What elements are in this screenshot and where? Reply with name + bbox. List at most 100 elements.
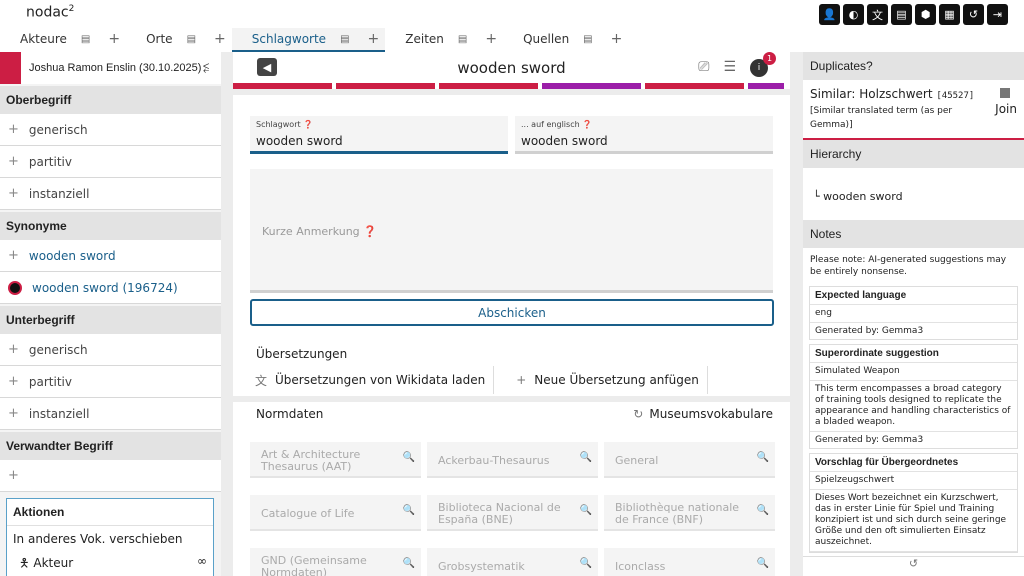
normdaten-field-iconclass[interactable]: Iconclass 🔍 bbox=[604, 548, 775, 576]
hierarchy-item[interactable]: └ wooden sword bbox=[813, 190, 903, 203]
tab-quellen[interactable]: Quellen ▤ + bbox=[503, 28, 628, 52]
person-icon: 🯅 bbox=[19, 556, 34, 570]
search-icon[interactable]: 🔍 bbox=[757, 558, 769, 570]
tab-zeiten[interactable]: Zeiten ▤ + bbox=[385, 28, 503, 52]
search-icon[interactable]: 🔍 bbox=[580, 558, 592, 570]
tab-schlagworte[interactable]: Schlagworte ▤ + bbox=[231, 28, 386, 52]
add-oberbegriff-generisch[interactable]: + generisch bbox=[0, 114, 221, 146]
add-icon[interactable]: + bbox=[485, 31, 497, 47]
history-footer: ↺ bbox=[803, 556, 1024, 576]
search-icon[interactable]: 🔍 bbox=[757, 505, 769, 517]
translations-title: Übersetzungen bbox=[256, 347, 348, 361]
main-content: ◀ wooden sword ⎚ ☰ i1 Schlagwort ❓ woode… bbox=[233, 52, 790, 576]
user-icon[interactable]: 👤 bbox=[819, 4, 840, 25]
note-card: Vorschlag für Übergeordnetes Spielzeugsc… bbox=[809, 453, 1018, 553]
plus-icon: + bbox=[8, 374, 19, 389]
left-sidebar: Joshua Ramon Enslin (30.10.2025) ⥶ Oberb… bbox=[0, 52, 221, 576]
normdaten-grid: Art & Architecture Thesaurus (AAT) 🔍 Acke… bbox=[250, 442, 775, 576]
add-unterbegriff-instanziell[interactable]: + instanziell bbox=[0, 398, 221, 430]
normdaten-field-bne[interactable]: Biblioteca Nacional de España (BNE) 🔍 bbox=[427, 495, 598, 531]
tab-orte[interactable]: Orte ▤ + bbox=[126, 28, 232, 52]
section-synonyme: Synonyme bbox=[0, 212, 221, 240]
search-icon[interactable]: 🔍 bbox=[580, 505, 592, 517]
book-icon[interactable]: ▤ bbox=[891, 4, 912, 25]
top-bar: nodac2 👤 ◐ 文 ▤ ⬢ ▦ ↺ ⇥ Akteure ▤ + Orte ▤ + … bbox=[0, 0, 1024, 52]
normdaten-field-gnd[interactable]: GND (Gemeinsame Normdaten) 🔍 bbox=[250, 548, 421, 576]
normdaten-field-ackerbau[interactable]: Ackerbau-Thesaurus 🔍 bbox=[427, 442, 598, 478]
join-button[interactable]: Join bbox=[995, 102, 1017, 116]
list-icon[interactable]: ▤ bbox=[81, 34, 90, 45]
join-icon[interactable] bbox=[1000, 88, 1010, 98]
plus-icon: + bbox=[516, 373, 527, 387]
user-row: Joshua Ramon Enslin (30.10.2025) ⥶ bbox=[0, 52, 221, 84]
section-verwandter-begriff: Verwandter Begriff bbox=[0, 432, 221, 460]
move-to-akteur[interactable]: 🯅 Akteur ∞ bbox=[7, 552, 213, 575]
help-icon: ❓ bbox=[303, 120, 314, 129]
color-strip bbox=[233, 83, 790, 89]
history-icon[interactable]: ↺ bbox=[963, 4, 984, 25]
history-icon[interactable]: ↺ bbox=[909, 557, 918, 570]
main-tabs: Akteure ▤ + Orte ▤ + Schlagworte ▤ + Zeiten ▤ + … bbox=[0, 28, 628, 52]
notification-count: 1 bbox=[763, 52, 776, 65]
add-oberbegriff-partitiv[interactable]: + partitiv bbox=[0, 146, 221, 178]
plus-icon: + bbox=[8, 406, 19, 421]
link-icon[interactable]: ∞ bbox=[197, 554, 207, 575]
refresh-icon: ↻ bbox=[633, 407, 644, 421]
list-icon[interactable]: ▤ bbox=[340, 34, 349, 45]
strip-segment bbox=[336, 83, 435, 89]
add-translation-button[interactable]: + Neue Übersetzung anfügen bbox=[494, 366, 708, 394]
load-wikidata-button[interactable]: 文 Übersetzungen von Wikidata laden bbox=[233, 366, 495, 394]
duplicates-title: Duplicates? bbox=[803, 52, 1024, 80]
add-icon[interactable]: + bbox=[214, 31, 226, 47]
app-title: nodac2 bbox=[26, 4, 75, 21]
add-icon[interactable]: + bbox=[368, 31, 380, 47]
duplicate-similar[interactable]: Similar: Holzschwert bbox=[810, 87, 933, 101]
notes-disclaimer: Please note: AI-generated suggestions ma… bbox=[810, 255, 1007, 277]
search-icon[interactable]: 🔍 bbox=[403, 452, 415, 464]
notifications-icon[interactable]: i1 bbox=[750, 52, 776, 77]
add-verwandter-begriff[interactable]: + bbox=[0, 460, 221, 492]
collapse-icon[interactable]: ⥶ bbox=[203, 61, 221, 75]
list-icon[interactable]: ▤ bbox=[583, 34, 592, 45]
translate-icon[interactable]: 文 bbox=[867, 4, 888, 25]
search-icon[interactable]: 🔍 bbox=[757, 452, 769, 464]
note-textarea[interactable]: Kurze Anmerkung ❓ bbox=[250, 169, 773, 293]
normdaten-field-grobsystematik[interactable]: Grobsystematik 🔍 bbox=[427, 548, 598, 576]
grid-icon[interactable]: ▦ bbox=[939, 4, 960, 25]
add-oberbegriff-instanziell[interactable]: + instanziell bbox=[0, 178, 221, 210]
schlagwort-field[interactable]: Schlagwort ❓ wooden sword bbox=[250, 116, 508, 154]
actions-panel: Aktionen In anderes Vok. verschieben 🯅 A… bbox=[6, 498, 214, 576]
englisch-input[interactable]: wooden sword bbox=[521, 134, 608, 148]
synonym-link[interactable]: wooden sword (196724) bbox=[0, 272, 221, 304]
add-unterbegriff-generisch[interactable]: + generisch bbox=[0, 334, 221, 366]
add-synonym[interactable]: + wooden sword bbox=[0, 240, 221, 272]
add-unterbegriff-partitiv[interactable]: + partitiv bbox=[0, 366, 221, 398]
tab-akteure[interactable]: Akteure ▤ + bbox=[0, 28, 126, 52]
search-icon[interactable]: 🔍 bbox=[580, 452, 592, 464]
museumsvokabulare-button[interactable]: ↻ Museumsvokabulare bbox=[633, 407, 773, 421]
poster-icon[interactable]: ⎚ bbox=[698, 59, 709, 77]
add-icon[interactable]: + bbox=[611, 31, 623, 47]
add-icon[interactable]: + bbox=[108, 31, 120, 47]
search-icon[interactable]: 🔍 bbox=[403, 558, 415, 570]
plus-icon: + bbox=[8, 186, 19, 201]
contrast-icon[interactable]: ◐ bbox=[843, 4, 864, 25]
englisch-field[interactable]: ... auf englisch ❓ wooden sword bbox=[515, 116, 773, 154]
strip-segment bbox=[748, 83, 784, 89]
shield-icon[interactable]: ⬢ bbox=[915, 4, 936, 25]
submit-button[interactable]: Abschicken bbox=[250, 299, 774, 326]
search-icon[interactable]: 🔍 bbox=[403, 505, 415, 517]
hierarchy-panel: └ wooden sword bbox=[803, 168, 1024, 220]
normdaten-field-col[interactable]: Catalogue of Life 🔍 bbox=[250, 495, 421, 531]
link-status-icon bbox=[8, 280, 22, 295]
plus-icon: + bbox=[8, 154, 19, 169]
normdaten-field-aat[interactable]: Art & Architecture Thesaurus (AAT) 🔍 bbox=[250, 442, 421, 478]
list-icon[interactable]: ▤ bbox=[187, 34, 196, 45]
normdaten-field-bnf[interactable]: Bibliothèque nationale de France (BNF) 🔍 bbox=[604, 495, 775, 531]
list-view-icon[interactable]: ☰ bbox=[723, 59, 736, 77]
list-icon[interactable]: ▤ bbox=[458, 34, 467, 45]
logout-icon[interactable]: ⇥ bbox=[987, 4, 1008, 25]
normdaten-field-general[interactable]: General 🔍 bbox=[604, 442, 775, 478]
schlagwort-input[interactable]: wooden sword bbox=[256, 134, 343, 148]
right-sidebar: Duplicates? Similar: Holzschwert [45527]… bbox=[803, 52, 1024, 576]
